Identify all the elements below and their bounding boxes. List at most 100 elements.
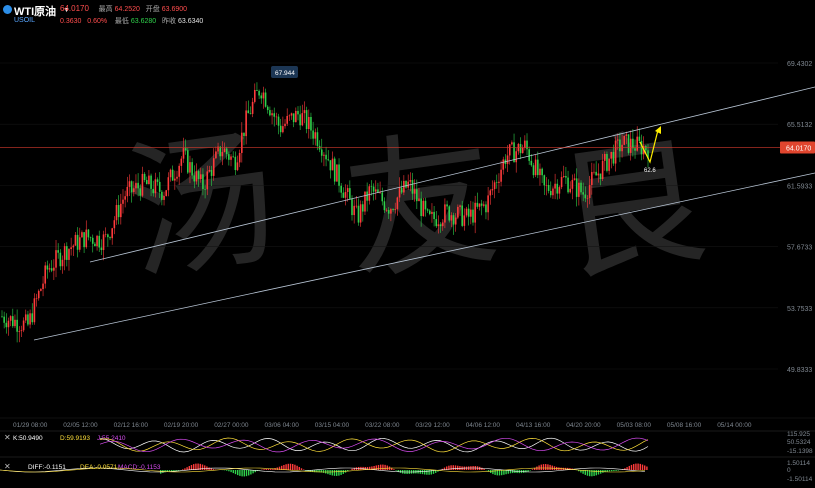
candle-body [53, 267, 55, 271]
candle-body [102, 234, 105, 251]
candle-body [180, 158, 183, 166]
candle-body [141, 173, 144, 196]
candle-body [46, 265, 49, 270]
macd-bar [186, 467, 188, 470]
candle-body [182, 148, 185, 159]
candle-body [472, 209, 474, 223]
macd-bar [615, 470, 617, 471]
candle-body [195, 171, 198, 182]
candle-body [115, 204, 118, 221]
candle-body [124, 196, 126, 200]
target-label: 62.6 [644, 168, 656, 174]
price-chart[interactable]: 汤友良 69.4302 65.5132 61.5933 57.6733 53.7533 4… [0, 0, 815, 488]
candle-body [411, 180, 414, 194]
candle-body [418, 198, 420, 202]
close-icon[interactable]: ✕ [4, 462, 11, 471]
candle-body [476, 202, 479, 207]
candle-body [508, 144, 511, 156]
candle-body [524, 140, 526, 148]
candle-body [374, 189, 377, 192]
candle-body [554, 183, 556, 189]
candle-body [366, 191, 368, 201]
candle-body [98, 235, 101, 248]
candle-body [163, 195, 165, 200]
candle-body [48, 268, 51, 270]
candle-body [7, 320, 10, 328]
candle-body [271, 113, 273, 116]
candle-body [120, 203, 122, 218]
candle-body [444, 204, 446, 223]
candle-body [35, 298, 38, 299]
candle-body [83, 232, 85, 248]
candle-body [336, 164, 338, 182]
candle-body [269, 110, 271, 116]
candle-body [275, 116, 278, 118]
candle-body [156, 179, 159, 182]
macd-bar [542, 464, 545, 470]
macd-bar [245, 470, 248, 477]
candle-body [202, 174, 204, 190]
candle-body [506, 155, 509, 164]
candle-body [295, 110, 297, 123]
candle-body [394, 209, 397, 211]
watermark-char: 汤 [115, 110, 288, 303]
kdj-line [99, 437, 649, 453]
close-icon[interactable]: ✕ [4, 433, 11, 442]
candle-body [241, 132, 243, 153]
candle-body [107, 234, 109, 238]
macd-axis-label: 0 [787, 467, 791, 474]
candle-body [223, 148, 226, 152]
candle-body [575, 178, 578, 197]
candle-body [197, 171, 200, 180]
candle-body [29, 313, 31, 325]
candle-body [474, 202, 476, 223]
candle-body [493, 182, 496, 190]
candle-body [303, 110, 306, 114]
kdj-d-label: D:59.9193 [60, 435, 90, 442]
candle-body [565, 176, 567, 178]
candle-body [580, 182, 582, 193]
candle-body [558, 187, 561, 194]
candle-body [14, 319, 16, 327]
macd-bar [285, 464, 287, 470]
candle-body [161, 191, 163, 200]
candle-body [331, 158, 334, 171]
candle-body [454, 217, 457, 225]
candle-body [398, 187, 401, 198]
candle-body [57, 250, 59, 253]
x-tick-label: 02/12 16:00 [114, 422, 149, 429]
candle-body [433, 211, 435, 220]
macd-bar [382, 464, 384, 470]
candle-body [22, 320, 25, 331]
candle-body [344, 191, 347, 198]
candle-body [431, 211, 433, 214]
macd-bar [384, 464, 386, 470]
candle-body [424, 200, 427, 210]
candle-body [232, 156, 234, 158]
macd-bar [193, 464, 195, 470]
macd-bar [226, 470, 228, 471]
candle-body [392, 209, 394, 211]
candle-body [282, 126, 284, 133]
candle-body [396, 197, 399, 210]
macd-bar [228, 470, 230, 472]
candle-body [187, 150, 189, 173]
candle-body [597, 173, 600, 176]
x-tick-label: 02/19 20:00 [164, 422, 199, 429]
macd-bar [393, 469, 395, 470]
macd-bar [593, 470, 595, 476]
candle-body [128, 181, 131, 187]
candle-body [199, 174, 202, 180]
candle-body [426, 209, 429, 211]
macd-bar [450, 465, 452, 470]
candle-body [236, 162, 239, 171]
macd-bar [380, 464, 382, 470]
candle-body [612, 151, 615, 164]
candle-body [288, 115, 291, 117]
candle-body [595, 171, 597, 176]
candle-body [625, 134, 628, 136]
candle-body [204, 189, 206, 190]
macd-bar [457, 465, 459, 470]
candle-body [603, 153, 606, 161]
candle-body [230, 156, 232, 160]
